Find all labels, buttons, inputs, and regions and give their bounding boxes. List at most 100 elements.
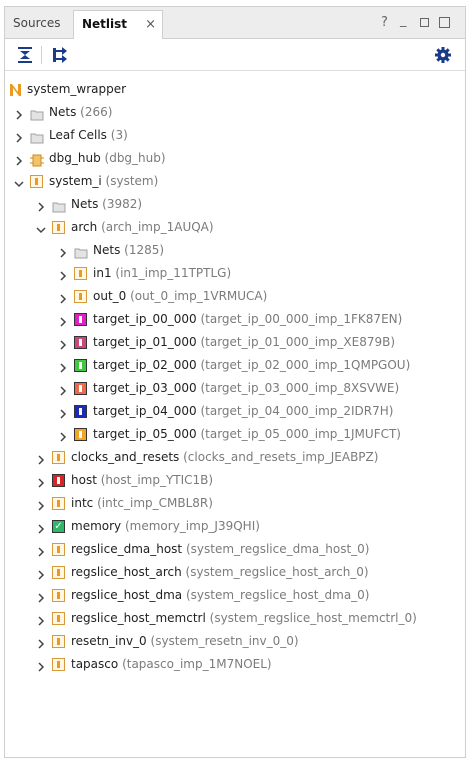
cell-icon [74,267,87,280]
cell-icon [74,290,87,303]
collapse-all-icon[interactable] [15,45,35,65]
help-icon[interactable]: ? [381,15,388,31]
node-label: regslice_dma_host (system_regslice_dma_h… [71,542,370,556]
chevron-right-icon[interactable] [35,543,47,557]
maximize-icon[interactable] [439,17,450,28]
node-label: regslice_host_dma (system_regslice_host_… [71,588,370,602]
chevron-right-icon[interactable] [35,451,47,465]
cell-icon [30,175,43,188]
node-label: in1 (in1_imp_11TPTLG) [93,266,232,280]
tree-node-arch[interactable]: arch (arch_imp_1AUQA) [5,216,465,239]
chevron-right-icon[interactable] [35,658,47,672]
tree-node-regslice-host-dma[interactable]: regslice_host_dma (system_regslice_host_… [5,584,465,607]
folder-icon [30,106,44,121]
tree-node-target-ip-01[interactable]: target_ip_01_000 (target_ip_01_000_imp_X… [5,331,465,354]
node-label: Nets (266) [49,105,113,119]
chevron-right-icon[interactable] [57,336,69,350]
tab-bar: Sources Netlist × ? _ [5,7,465,39]
tab-netlist[interactable]: Netlist × [73,10,163,39]
chevron-right-icon[interactable] [35,612,47,626]
chevron-down-icon[interactable] [35,221,47,234]
colored-cell-icon [74,336,87,349]
chevron-right-icon[interactable] [57,428,69,442]
folder-icon [74,244,88,259]
cell-icon [52,635,65,648]
cell-icon [52,612,65,625]
tree-node-leaf-cells[interactable]: Leaf Cells (3) [5,124,465,147]
tree-node-target-ip-02[interactable]: target_ip_02_000 (target_ip_02_000_imp_1… [5,354,465,377]
expand-all-icon[interactable] [50,45,70,65]
node-label: target_ip_02_000 (target_ip_02_000_imp_1… [93,358,411,372]
tree-node-resetn-inv-0[interactable]: resetn_inv_0 (system_resetn_inv_0_0) [5,630,465,653]
tree-node-tapasco[interactable]: tapasco (tapasco_imp_1M7NOEL) [5,653,465,676]
cell-icon [52,221,65,234]
gear-icon[interactable] [433,45,453,65]
node-label: system_i (system) [49,174,159,188]
cell-icon [52,589,65,602]
node-label: tapasco (tapasco_imp_1M7NOEL) [71,657,272,671]
chevron-right-icon[interactable] [57,405,69,419]
chevron-down-icon[interactable] [13,175,25,188]
chevron-right-icon[interactable] [35,589,47,603]
cell-icon [52,566,65,579]
chevron-right-icon[interactable] [57,267,69,281]
node-label: regslice_host_arch (system_regslice_host… [71,565,369,579]
tree-node-system-wrapper[interactable]: system_wrapper [5,78,465,101]
chevron-right-icon[interactable] [13,152,25,166]
chevron-right-icon[interactable] [35,566,47,580]
node-label: Nets (1285) [93,243,165,257]
chevron-right-icon[interactable] [57,359,69,373]
tree-node-clocks-and-resets[interactable]: clocks_and_resets (clocks_and_resets_imp… [5,446,465,469]
toolbar [5,39,465,71]
node-label: Nets (3982) [71,197,143,211]
netlist-panel: Sources Netlist × ? _ system_wrapper Net… [4,6,466,758]
tree-node-target-ip-00[interactable]: target_ip_00_000 (target_ip_00_000_imp_1… [5,308,465,331]
tree-node-host[interactable]: host (host_imp_YTIC1B) [5,469,465,492]
node-label: out_0 (out_0_imp_1VRMUCA) [93,289,268,303]
tree-node-regslice-host-arch[interactable]: regslice_host_arch (system_regslice_host… [5,561,465,584]
colored-cell-icon [74,382,87,395]
colored-cell-icon [74,359,87,372]
chevron-right-icon[interactable] [35,520,47,534]
chevron-right-icon[interactable] [35,497,47,511]
chevron-right-icon[interactable] [13,106,25,120]
close-tab-icon[interactable]: × [145,11,156,38]
chevron-right-icon[interactable] [35,474,47,488]
node-label: target_ip_05_000 (target_ip_05_000_imp_1… [93,427,401,441]
restore-icon[interactable] [420,18,429,27]
tree-node-target-ip-03[interactable]: target_ip_03_000 (target_ip_03_000_imp_8… [5,377,465,400]
chevron-right-icon[interactable] [35,198,47,212]
tree-node-memory[interactable]: ✓ memory (memory_imp_J39QHI) [5,515,465,538]
tab-sources-label: Sources [13,16,61,30]
tree-node-nets[interactable]: Nets (1285) [5,239,465,262]
checked-cell-icon: ✓ [52,520,65,533]
tree-node-in1[interactable]: in1 (in1_imp_11TPTLG) [5,262,465,285]
toolbar-separator [41,46,42,64]
chevron-right-icon[interactable] [57,290,69,304]
minimize-icon[interactable]: _ [400,13,407,29]
tab-sources[interactable]: Sources [5,10,71,39]
tree-node-out-0[interactable]: out_0 (out_0_imp_1VRMUCA) [5,285,465,308]
tree-node-system-i[interactable]: system_i (system) [5,170,465,193]
cell-icon [52,543,65,556]
tree-node-regslice-host-memctrl[interactable]: regslice_host_memctrl (system_regslice_h… [5,607,465,630]
folder-icon [30,129,44,144]
tree-node-nets[interactable]: Nets (3982) [5,193,465,216]
chevron-right-icon[interactable] [57,244,69,258]
node-label: target_ip_01_000 (target_ip_01_000_imp_X… [93,335,396,349]
node-label: target_ip_04_000 (target_ip_04_000_imp_2… [93,404,394,418]
node-label: target_ip_00_000 (target_ip_00_000_imp_1… [93,312,403,326]
chevron-right-icon[interactable] [35,635,47,649]
chevron-right-icon[interactable] [57,313,69,327]
tree-node-target-ip-05[interactable]: target_ip_05_000 (target_ip_05_000_imp_1… [5,423,465,446]
chevron-right-icon[interactable] [57,382,69,396]
node-label: system_wrapper [27,82,127,96]
chevron-right-icon[interactable] [13,129,25,143]
tree-node-dbg-hub[interactable]: dbg_hub (dbg_hub) [5,147,465,170]
tree-node-nets[interactable]: Nets (266) [5,101,465,124]
tree-node-target-ip-04[interactable]: target_ip_04_000 (target_ip_04_000_imp_2… [5,400,465,423]
colored-cell-icon [74,313,87,326]
node-label: Leaf Cells (3) [49,128,128,142]
tree-node-intc[interactable]: intc (intc_imp_CMBL8R) [5,492,465,515]
tree-node-regslice-dma-host[interactable]: regslice_dma_host (system_regslice_dma_h… [5,538,465,561]
